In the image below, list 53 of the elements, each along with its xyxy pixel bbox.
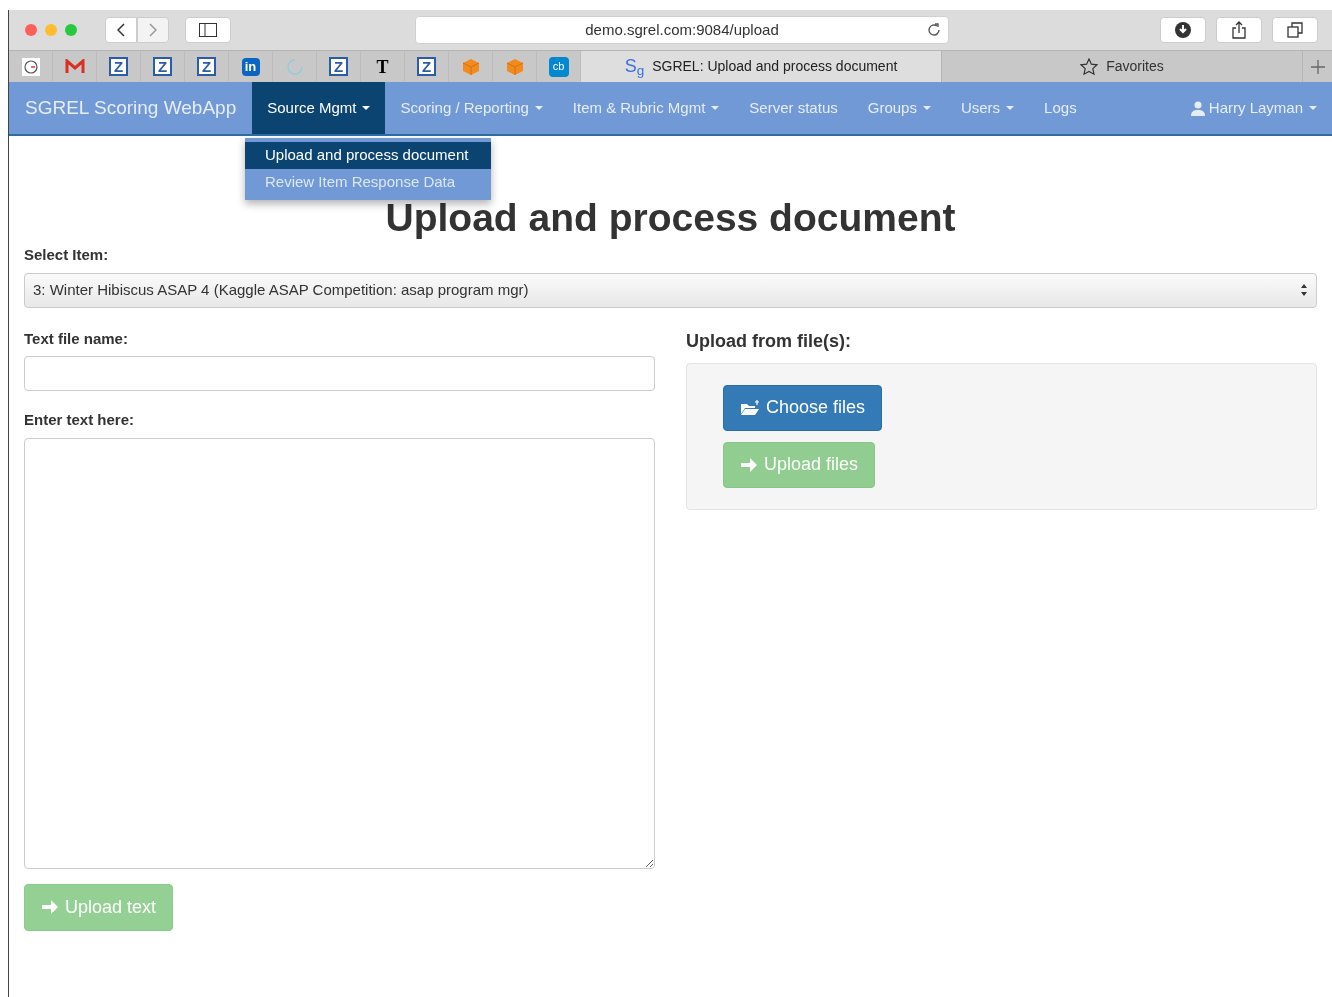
item-select[interactable]: 3: Winter Hibiscus ASAP 4 (Kaggle ASAP Competition: asap program mgr) [24,272,1317,308]
select-arrows-icon [1300,283,1308,297]
sidebar-icon [199,23,217,37]
user-icon [1190,100,1205,116]
zoom-window-icon[interactable] [65,24,77,36]
file-name-label: Text file name: [24,328,129,349]
spinner-icon [286,58,303,75]
share-icon [1232,21,1246,39]
download-button[interactable] [1160,17,1206,43]
favicon-icon: S$_{g}$ [624,53,645,80]
letter-icon: Z [329,57,348,76]
enter-text-label: Enter text here: [24,410,136,430]
back-button[interactable] [105,17,137,43]
download-icon [1175,22,1191,38]
letter-icon: in [241,57,260,76]
plus-icon [1310,59,1325,74]
reload-icon [926,22,942,38]
clock-icon [21,57,40,76]
chevron-left-icon [117,23,125,37]
letter-icon: T [376,57,389,76]
letter-icon: Z [109,57,128,76]
minimize-window-icon[interactable] [45,24,57,36]
choose-files-button[interactable]: Choose files [723,384,883,431]
arrow-right-icon [740,456,758,473]
arrow-right-icon [41,899,59,915]
address-bar[interactable]: demo.sgrel.com:9084/upload [415,16,949,44]
letter-icon: Z [417,57,436,76]
favorites-label: Favorites [1106,57,1164,76]
share-button[interactable] [1216,17,1262,43]
sidebar-button[interactable] [185,17,231,43]
tabs-icon [1287,22,1303,38]
chevron-right-icon [149,23,157,37]
letter-icon: Z [153,57,172,76]
browser-tab[interactable]: S$_{g}$ SGREL: Upload and process document [581,51,941,82]
close-window-icon[interactable] [25,24,37,36]
star-icon [1080,57,1099,76]
upload-heading: Upload from file(s): [686,329,852,353]
url-text: demo.sgrel.com:9084/upload [585,19,779,40]
tabs-button[interactable] [1272,17,1318,43]
cube-icon [461,57,480,76]
nav-menu-item[interactable]: Source Mgmt [252,82,386,134]
file-name-field[interactable] [24,356,655,391]
letter-icon: Z [197,57,216,76]
dropdown-item[interactable]: Upload and process document [245,142,491,169]
letter-icon: cb [548,56,569,77]
folder-icon [740,399,760,416]
page-title: Upload and process document [384,196,957,240]
cube-icon [505,57,524,76]
select-item-label: Select Item: [24,245,110,265]
mail-icon [64,59,85,74]
tab-title: SGREL: Upload and process document [652,57,898,76]
text-area-field[interactable] [24,437,655,869]
forward-button[interactable] [137,17,169,43]
